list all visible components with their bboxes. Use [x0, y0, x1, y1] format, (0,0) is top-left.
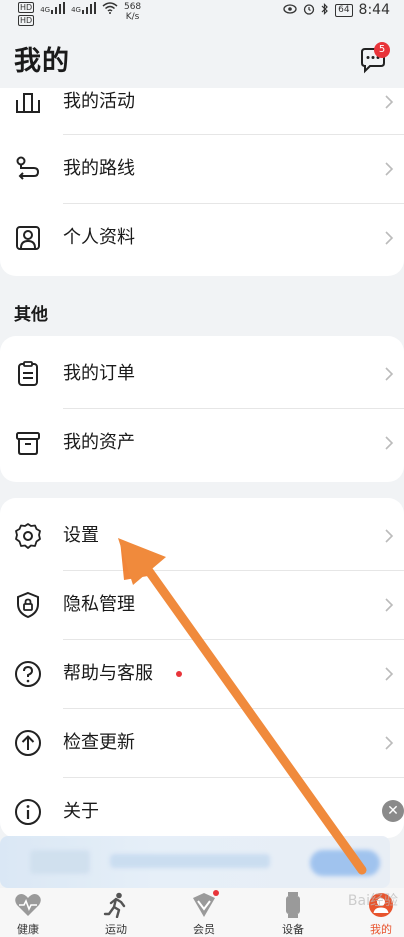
shield-lock-icon: [17, 591, 39, 619]
other-card: 我的订单 我的资产: [0, 336, 404, 482]
bottom-tab-bar: 健康 运动 会员 设备 我的: [0, 888, 404, 937]
clock: 8:44: [358, 2, 390, 18]
help-icon: [15, 661, 41, 687]
menu-item-label: 我的订单: [63, 363, 135, 384]
close-banner-button[interactable]: ✕: [382, 800, 404, 822]
tab-label: 我的: [370, 923, 392, 936]
tab-exercise[interactable]: 运动: [76, 888, 156, 937]
order-icon: [18, 361, 38, 386]
message-count-badge: 5: [374, 42, 390, 58]
menu-item-profile[interactable]: 个人资料: [0, 204, 404, 272]
banner-action-button[interactable]: [310, 850, 380, 876]
watermark: Bai经验: [347, 893, 398, 909]
menu-item-my-routes[interactable]: 我的路线: [0, 135, 404, 203]
chevron-right-icon: [385, 736, 394, 750]
alarm-icon: [303, 3, 315, 18]
watch-icon: [286, 892, 300, 918]
promo-banner[interactable]: [0, 836, 390, 888]
banner-image: [30, 850, 90, 874]
menu-item-label: 帮助与客服: [63, 663, 153, 684]
chevron-right-icon: [385, 667, 394, 681]
menu-item-help[interactable]: 帮助与客服: [0, 640, 404, 708]
notification-dot: [176, 671, 182, 677]
activity-icon: [16, 93, 40, 113]
heart-icon: [15, 894, 41, 916]
signal-icon: 4G: [71, 2, 96, 14]
notification-dot: [213, 890, 219, 896]
profile-icon: [16, 226, 40, 250]
battery-icon: 64: [335, 3, 353, 17]
chevron-right-icon: [385, 529, 394, 543]
tab-membership[interactable]: 会员: [164, 888, 244, 937]
hd-indicator: HD: [18, 15, 35, 26]
tab-devices[interactable]: 设备: [253, 888, 333, 937]
upload-arrow-icon: [15, 730, 41, 756]
network-speed: 568 K/s: [123, 2, 142, 22]
box-icon: [16, 432, 40, 455]
chevron-right-icon: [385, 95, 394, 109]
vip-icon: [193, 893, 215, 917]
tab-label: 会员: [193, 923, 215, 936]
gear-icon: [15, 523, 41, 549]
menu-item-privacy[interactable]: 隐私管理: [0, 571, 404, 639]
banner-text: [110, 854, 270, 868]
tab-label: 健康: [17, 923, 39, 936]
settings-card: 设置 隐私管理 帮助与客服 检查更新 关于: [0, 498, 404, 838]
hd-indicator: HD: [18, 2, 35, 13]
menu-item-label: 我的路线: [63, 158, 135, 179]
menu-item-my-assets[interactable]: 我的资产: [0, 409, 404, 477]
status-bar: HD HD 4G 4G 568 K/s 64 8:44: [0, 0, 404, 28]
menu-item-my-activities[interactable]: 我的活动: [0, 68, 404, 136]
tab-health[interactable]: 健康: [0, 888, 68, 937]
menu-item-label: 隐私管理: [63, 594, 135, 615]
wifi-icon: [102, 2, 118, 17]
menu-item-check-update[interactable]: 检查更新: [0, 709, 404, 777]
tab-label: 设备: [282, 923, 304, 936]
eye-icon: [283, 3, 297, 17]
route-icon: [16, 156, 40, 180]
tab-label: 运动: [105, 923, 127, 936]
menu-item-label: 个人资料: [63, 227, 135, 248]
menu-item-label: 我的活动: [63, 91, 135, 112]
info-icon: [15, 799, 41, 825]
personal-card: 我的活动 我的路线 个人资料: [0, 88, 404, 276]
running-icon: [103, 892, 126, 918]
menu-item-my-orders[interactable]: 我的订单: [0, 340, 404, 408]
chevron-right-icon: [385, 367, 394, 381]
chevron-right-icon: [385, 598, 394, 612]
menu-item-label: 我的资产: [63, 432, 135, 453]
signal-icon: 4G: [40, 2, 66, 14]
chevron-right-icon: [385, 436, 394, 450]
menu-item-label: 设置: [63, 525, 99, 546]
section-title-other: 其他: [14, 305, 48, 325]
menu-item-settings[interactable]: 设置: [0, 502, 404, 570]
menu-item-label: 检查更新: [63, 732, 135, 753]
chevron-right-icon: [385, 231, 394, 245]
chevron-right-icon: [385, 162, 394, 176]
bluetooth-icon: [321, 2, 329, 18]
